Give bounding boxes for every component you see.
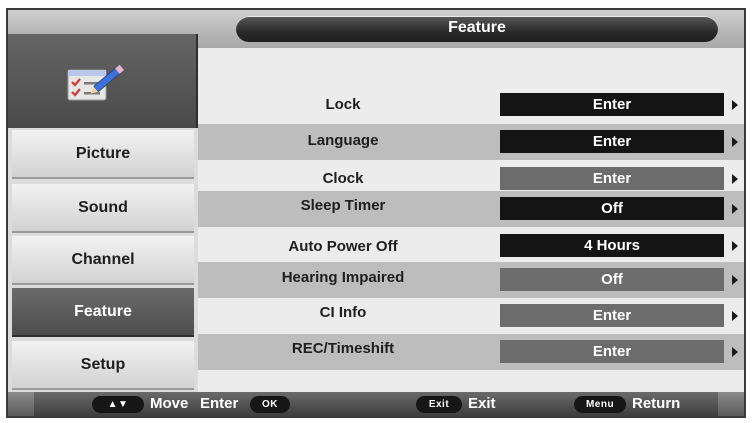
menu-row-label: Sleep Timer	[300, 197, 386, 214]
feature-icon-box	[8, 34, 198, 128]
sidebar-item-label: Feature	[74, 302, 132, 320]
sidebar-item-sound[interactable]: Sound	[12, 184, 194, 233]
bottom-bar-cap-right	[718, 392, 744, 416]
menu-row-rec-timeshift[interactable]: REC/Timeshift Enter	[198, 334, 744, 370]
ok-key: OK	[250, 396, 290, 413]
menu-row-lock[interactable]: Lock Enter	[198, 88, 744, 124]
menu-row-language[interactable]: Language Enter	[198, 124, 744, 160]
menu-row-value[interactable]: Enter	[500, 304, 724, 327]
menu-row-label: Language	[307, 132, 379, 149]
menu-row-ci-info[interactable]: CI Info Enter	[198, 298, 744, 334]
tv-menu-window: Feature Picture Sound Channel Feature Se…	[6, 8, 746, 418]
feature-menu: Lock Enter Language Enter Clock Enter Sl…	[198, 48, 744, 392]
bottom-help-bar: ▲▼ Move Enter OK Exit Exit Menu Return	[8, 392, 744, 416]
sidebar-item-channel[interactable]: Channel	[12, 236, 194, 285]
menu-row-value[interactable]: Enter	[500, 340, 724, 363]
sidebar-item-picture[interactable]: Picture	[12, 130, 194, 179]
title-pill: Feature	[236, 16, 718, 42]
menu-row-label: REC/Timeshift	[291, 340, 395, 357]
exit-key: Exit	[416, 396, 462, 413]
menu-row-value[interactable]: Enter	[500, 93, 724, 116]
menu-row-label: Lock	[325, 96, 361, 113]
nav-arrows-key: ▲▼	[92, 396, 144, 413]
bottom-bar-cap-left	[8, 392, 34, 416]
sidebar-item-label: Channel	[71, 250, 135, 268]
chevron-right-icon	[732, 311, 738, 321]
sidebar-item-label: Picture	[75, 144, 131, 162]
chevron-right-icon	[732, 174, 738, 184]
chevron-right-icon	[732, 275, 738, 285]
chevron-right-icon	[732, 241, 738, 251]
menu-key: Menu	[574, 396, 626, 413]
menu-row-value[interactable]: Enter	[500, 167, 724, 190]
menu-row-value[interactable]: 4 Hours	[500, 234, 724, 257]
exit-label: Exit	[468, 395, 496, 412]
checklist-pencil-icon	[67, 64, 125, 101]
sidebar-item-feature[interactable]: Feature	[12, 288, 194, 337]
menu-row-value[interactable]: Off	[500, 197, 724, 220]
menu-row-label: Auto Power Off	[288, 238, 398, 255]
sidebar: Picture Sound Channel Feature Setup	[8, 128, 198, 392]
chevron-right-icon	[732, 204, 738, 214]
move-label: Move	[150, 395, 189, 412]
menu-row-label: Clock	[322, 170, 364, 187]
menu-row-value[interactable]: Off	[500, 268, 724, 291]
menu-row-label: CI Info	[319, 304, 367, 321]
menu-row-auto-power-off[interactable]: Auto Power Off 4 Hours	[198, 228, 744, 264]
sidebar-item-setup[interactable]: Setup	[12, 341, 194, 390]
enter-label: Enter	[200, 395, 239, 412]
sidebar-item-label: Sound	[78, 198, 128, 216]
menu-row-value[interactable]: Enter	[500, 130, 724, 153]
page-title: Feature	[448, 19, 506, 36]
chevron-right-icon	[732, 137, 738, 147]
sidebar-item-label: Setup	[80, 355, 126, 373]
menu-row-sleep-timer[interactable]: Sleep Timer Off	[198, 191, 744, 227]
return-label: Return	[632, 395, 681, 412]
menu-row-label: Hearing Impaired	[281, 269, 405, 286]
chevron-right-icon	[732, 347, 738, 357]
menu-row-hearing-impaired[interactable]: Hearing Impaired Off	[198, 262, 744, 298]
chevron-right-icon	[732, 100, 738, 110]
